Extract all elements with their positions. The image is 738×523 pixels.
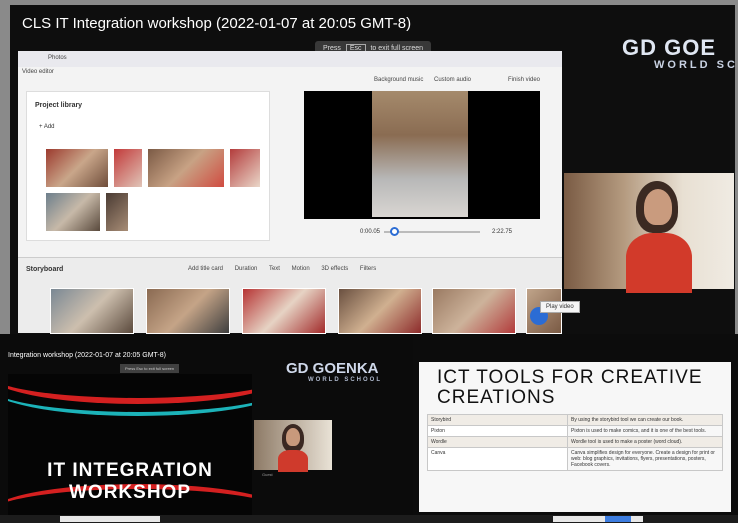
presenter-sweater (278, 450, 308, 472)
presenter-sweater (626, 233, 692, 293)
taskbar-active-app[interactable] (605, 516, 631, 522)
slide-heading-line1: ICT TOOLS FOR CREATIVE (437, 367, 703, 388)
slide-heading: ICT TOOLS FOR CREATIVE CREATIONS (437, 368, 727, 408)
app-label: Photos (48, 55, 67, 61)
storyboard-clip[interactable] (146, 288, 230, 334)
bottom-right-meeting-panel: ICT TOOLS FOR CREATIVE CREATIONS Storybi… (413, 334, 738, 523)
motion-button[interactable]: Motion (292, 266, 310, 272)
library-thumbnail[interactable] (229, 148, 261, 188)
logo-line2: WORLD SCHO (654, 59, 735, 71)
bottom-left-meeting-panel: Integration workshop (2022-01-07 at 20:0… (0, 334, 413, 523)
finish-video-button[interactable]: Finish video (508, 77, 540, 83)
play-video-tooltip: Play video (540, 301, 580, 313)
video-frame (372, 91, 468, 217)
library-thumbnail[interactable] (45, 192, 101, 232)
taskbar (0, 515, 413, 523)
tools-table: Storybird By using the storybird tool we… (427, 414, 723, 471)
add-title-card-button[interactable]: Add title card (188, 266, 223, 272)
project-library: Project library + Add (26, 91, 270, 241)
top-meeting-panel: CLS IT Integration workshop (2022-01-07 … (10, 5, 735, 335)
taskbar (413, 515, 738, 523)
slide-heading-line2: CREATIONS (437, 387, 556, 408)
3d-effects-button[interactable]: 3D effects (321, 266, 348, 272)
storyboard-clip[interactable] (242, 288, 326, 334)
add-media-button[interactable]: + Add (39, 124, 55, 130)
recording-title: CLS IT Integration workshop (2022-01-07 … (22, 15, 412, 32)
video-editor-window: Photos Video editor Background music Cus… (18, 51, 562, 334)
workshop-slide: IT INTEGRATION WORKSHOP (8, 374, 252, 519)
slide-swoosh-teal (8, 374, 252, 416)
tool-description: Wordle tool is used to make a poster (wo… (567, 436, 723, 448)
filters-button[interactable]: Filters (360, 266, 376, 272)
slide-heading: IT INTEGRATION WORKSHOP (8, 460, 252, 504)
presenter-face (644, 189, 672, 225)
current-time: 0:00.05 (360, 229, 381, 235)
tool-name: Canva (427, 447, 568, 471)
taskbar-search[interactable] (60, 516, 160, 522)
storyboard-clip[interactable] (50, 288, 134, 334)
logo-line1: GD GOENKA (286, 360, 379, 377)
library-title: Project library (35, 102, 83, 109)
editor-titlebar: Photos Video editor Background music Cus… (18, 51, 562, 83)
total-time: 2:22.75 (492, 229, 513, 235)
presenter-camera (254, 420, 332, 472)
video-preview[interactable] (304, 91, 540, 219)
storyboard-clip[interactable] (338, 288, 422, 334)
table-row: Pixton Pixton is used to make comics, an… (427, 425, 723, 437)
storyboard-toolbar: Add title card Duration Text Motion 3D e… (188, 266, 386, 272)
background-music-button[interactable]: Background music (374, 77, 423, 83)
tool-description: Canva simplifies design for everyone. Cr… (567, 447, 723, 471)
table-row: Wordle Wordle tool is used to make a pos… (427, 436, 723, 448)
slide-heading-line2: WORKSHOP (69, 482, 191, 503)
library-thumbnail[interactable] (45, 148, 109, 188)
tab-video-editor[interactable]: Video editor (22, 69, 54, 75)
ict-tools-slide: ICT TOOLS FOR CREATIVE CREATIONS Storybi… (419, 362, 731, 512)
storyboard: Storyboard Add title card Duration Text … (18, 257, 562, 334)
text-button[interactable]: Text (269, 266, 280, 272)
storyboard-clip[interactable] (432, 288, 516, 334)
table-row: Canva Canva simplifies design for everyo… (427, 447, 723, 471)
library-thumbnail[interactable] (105, 192, 129, 232)
tool-name: Wordle (427, 436, 568, 448)
school-logo: GD GOE WORLD SCHO (622, 35, 735, 71)
logo-line2: WORLD SCHOOL (308, 377, 382, 383)
recording-title: Integration workshop (2022-01-07 at 20:0… (8, 352, 166, 359)
fullscreen-exit-hint: Press Esc to exit full screen (120, 364, 180, 373)
seek-handle[interactable] (390, 227, 399, 236)
tool-description: Pixton is used to make comics, and it is… (567, 425, 723, 437)
logo-line1: GD GOE (622, 35, 717, 60)
presenter-camera (564, 173, 734, 293)
tool-description: By using the storybird tool we can creat… (567, 414, 723, 426)
tool-name: Storybird (427, 414, 568, 426)
duration-button[interactable]: Duration (235, 266, 258, 272)
school-logo: GD GOENKA WORLD SCHOOL (286, 360, 382, 383)
seek-bar[interactable]: 0:00.05 2:22.75 (304, 225, 540, 239)
library-thumbnail[interactable] (113, 148, 143, 188)
camera-label: Guest (262, 472, 273, 477)
slide-heading-line1: IT INTEGRATION (47, 460, 213, 481)
library-thumbnail[interactable] (147, 148, 225, 188)
presenter-face (286, 428, 300, 446)
custom-audio-button[interactable]: Custom audio (434, 77, 471, 83)
tool-name: Pixton (427, 425, 568, 437)
table-row: Storybird By using the storybird tool we… (427, 414, 723, 426)
storyboard-title: Storyboard (26, 266, 64, 273)
